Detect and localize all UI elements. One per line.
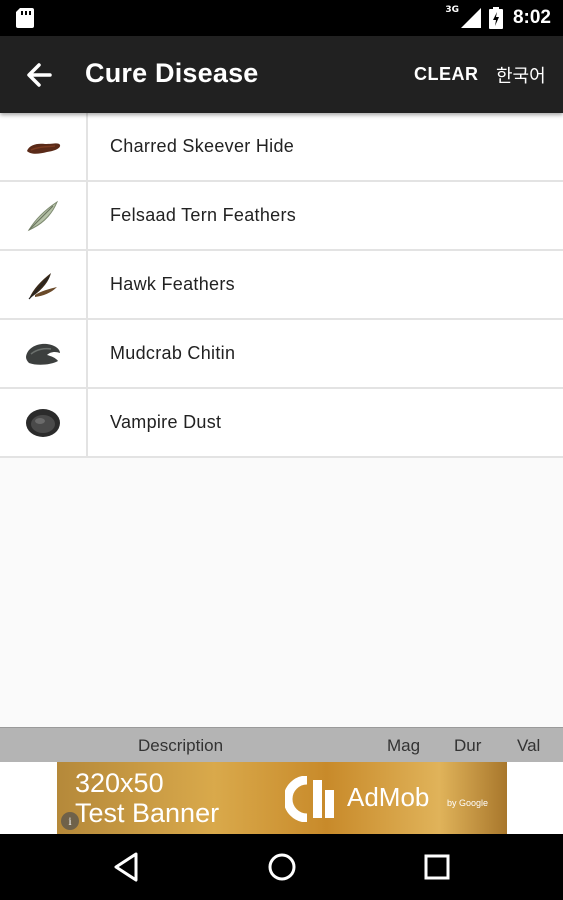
ingredient-name: Mudcrab Chitin: [110, 343, 236, 363]
ad-area: 320x50 Test Banner i AdMob by Google: [0, 762, 563, 834]
admob-logo-icon: [285, 776, 334, 822]
column-description: Description: [138, 736, 224, 755]
ingredient-name: Hawk Feathers: [110, 274, 235, 294]
sd-card-icon: [16, 8, 34, 28]
clock: 8:02: [512, 7, 551, 28]
vampire-dust-icon: [26, 408, 60, 437]
icon-cell: [0, 251, 88, 318]
list-item[interactable]: Mudcrab Chitin: [0, 320, 563, 389]
ad-size-text: 320x50: [75, 768, 164, 798]
ad-by-google: by Google: [447, 798, 489, 808]
ad-banner-text: Test Banner: [75, 798, 220, 828]
page-title: Cure Disease: [85, 58, 259, 88]
ad-brand: AdMob: [347, 782, 430, 812]
list-item[interactable]: Charred Skeever Hide: [0, 113, 563, 182]
icon-cell: [0, 320, 88, 387]
ingredient-name: Felsaad Tern Feathers: [110, 205, 297, 225]
list-item[interactable]: Felsaad Tern Feathers: [0, 182, 563, 251]
status-bar: 3G 8:02: [0, 0, 563, 36]
ingredient-name: Charred Skeever Hide: [110, 136, 295, 156]
skeever-hide-icon: [27, 142, 61, 154]
battery-icon: [488, 7, 503, 29]
icon-cell: [0, 389, 88, 456]
clear-button[interactable]: CLEAR: [414, 64, 479, 85]
tern-feather-icon: [27, 200, 59, 231]
language-button[interactable]: 한국어: [496, 62, 546, 88]
column-mag: Mag: [387, 736, 421, 755]
icon-cell: [0, 182, 88, 249]
network-type: 3G: [445, 5, 459, 15]
ad-banner[interactable]: 320x50 Test Banner i AdMob by Google: [57, 762, 507, 834]
column-dur: Dur: [454, 736, 482, 755]
ingredient-name: Vampire Dust: [110, 412, 222, 432]
signal-icon: [460, 8, 481, 28]
mudcrab-chitin-icon: [26, 343, 60, 365]
effect-table-header: Description Mag Dur Val: [0, 727, 563, 762]
nav-back-icon[interactable]: [110, 850, 144, 884]
hawk-feather-icon: [28, 272, 57, 299]
icon-cell: [0, 113, 88, 180]
system-nav-bar: [0, 834, 563, 900]
list-item[interactable]: Hawk Feathers: [0, 251, 563, 320]
column-val: Val: [517, 736, 541, 755]
list-item[interactable]: Vampire Dust: [0, 389, 563, 458]
ingredient-list: Charred Skeever Hide Felsaad Tern Feathe…: [0, 113, 563, 458]
ad-info-icon[interactable]: i: [61, 812, 79, 830]
app-bar: Cure Disease CLEAR 한국어: [0, 36, 563, 113]
back-arrow-icon[interactable]: [24, 60, 54, 90]
nav-recents-icon[interactable]: [420, 850, 454, 884]
nav-home-icon[interactable]: [265, 850, 299, 884]
